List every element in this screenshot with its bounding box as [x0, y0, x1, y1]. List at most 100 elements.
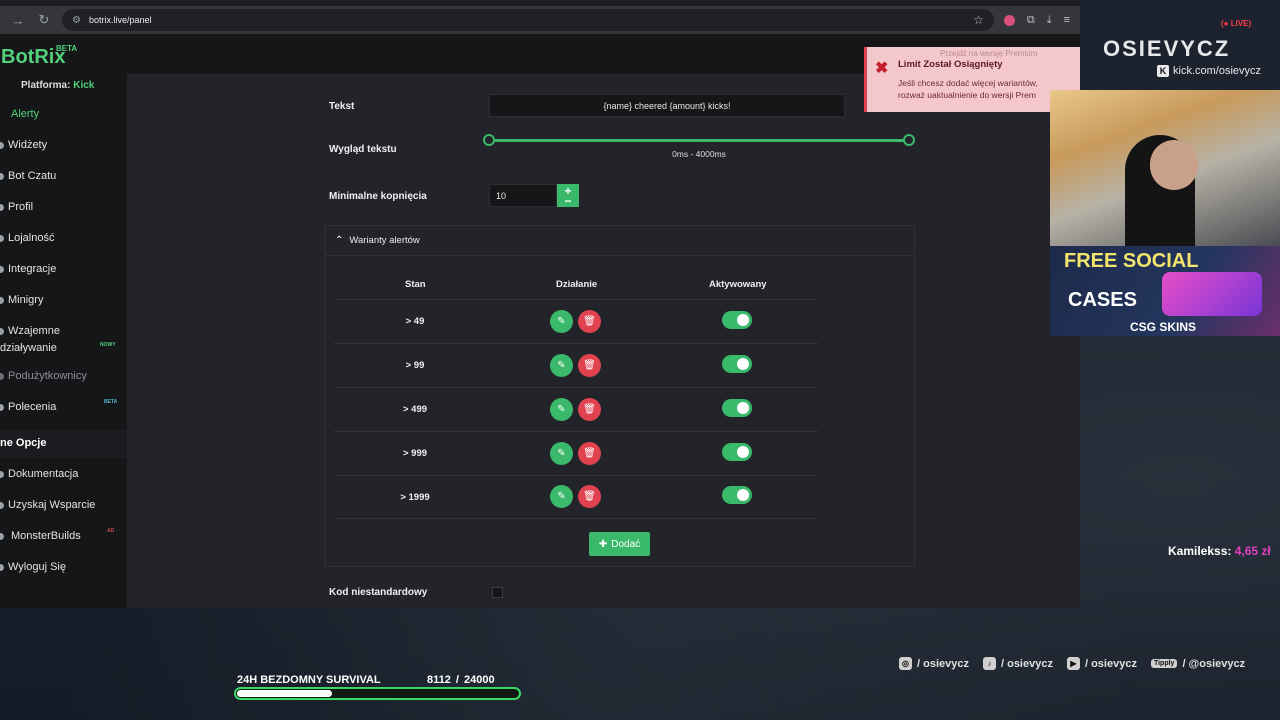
sidebar-item-label: Uzyskaj Wsparcie: [8, 499, 96, 511]
sidebar-item-loyalty[interactable]: Lojalność: [0, 227, 127, 249]
kick-channel: K kick.com/osievycz: [1157, 65, 1261, 77]
sidebar-item-label: Dokumentacja: [8, 468, 79, 480]
min-kicks-input[interactable]: 10: [489, 184, 557, 207]
slider-start-handle[interactable]: [483, 134, 495, 146]
browser-toolbar: → ↻ ⚙ botrix.live/panel ☆ ⧉ ⤓ ≡: [0, 6, 1080, 34]
goal-progress-bar: [234, 687, 521, 700]
forward-icon[interactable]: →: [10, 13, 26, 28]
row-divider: [334, 299, 818, 300]
bullet-icon: [0, 234, 4, 242]
media-icon[interactable]: ≡: [1064, 14, 1070, 26]
sidebar-item-profile[interactable]: Profil: [0, 196, 127, 218]
youtube-icon: ▶: [1066, 657, 1080, 670]
delete-button[interactable]: 🗑: [578, 485, 601, 508]
sidebar-item-label: Bot Czatu: [8, 170, 57, 182]
sidebar-item-label: Polecenia: [8, 401, 57, 413]
col-header-active: Aktywowany: [709, 279, 767, 290]
pencil-icon: ✎: [557, 316, 566, 327]
active-toggle[interactable]: [722, 311, 752, 329]
sidebar-item-support[interactable]: Uzyskaj Wsparcie: [0, 494, 127, 516]
logo-beta-badge: BETA: [56, 44, 78, 53]
custom-code-label: Kod niestandardowy: [329, 587, 428, 598]
bullet-icon: [0, 372, 4, 380]
bookmark-star-icon[interactable]: ☆: [973, 13, 984, 27]
variant-stan: > 1999: [400, 492, 430, 503]
sidebar-item-label: Lojalność: [8, 232, 55, 244]
bullet-icon: [0, 532, 4, 540]
sidebar-item-alerts[interactable]: Alerty: [0, 103, 127, 125]
instagram-icon: ◎: [899, 657, 912, 670]
sidebar-item-label: Profil: [8, 201, 34, 213]
appearance-range-text: 0ms - 4000ms: [672, 149, 726, 159]
promo-subheadline: CASES: [1068, 289, 1137, 311]
pencil-icon: ✎: [557, 404, 566, 415]
sidebar-item-interactions-cont[interactable]: działywanie: [0, 337, 127, 359]
trash-icon: 🗑: [583, 491, 596, 502]
variants-header[interactable]: ⌃ Warianty alertów: [325, 226, 914, 256]
trash-icon: 🗑: [583, 316, 596, 327]
pencil-icon: ✎: [557, 448, 566, 459]
row-divider: [334, 518, 818, 519]
sidebar-item-logout[interactable]: Wyloguj Się: [0, 556, 127, 578]
chevron-up-icon: ⌃: [335, 235, 344, 246]
sidebar-item-label: Widżety: [8, 139, 48, 151]
sidebar-item-chatbot[interactable]: Bot Czatu: [0, 165, 127, 187]
reload-icon[interactable]: ↻: [36, 12, 52, 28]
promo-brand: CSG SKINS: [1130, 320, 1197, 334]
edit-button[interactable]: ✎: [550, 442, 573, 465]
active-toggle[interactable]: [722, 355, 752, 373]
add-variant-button[interactable]: ✚ Dodać: [589, 532, 650, 556]
slider-end-handle[interactable]: [903, 134, 915, 146]
edit-button[interactable]: ✎: [550, 354, 573, 377]
min-kicks-label: Minimalne kopnięcia: [329, 191, 427, 202]
site-info-icon[interactable]: ⚙: [72, 15, 81, 26]
bullet-icon: [0, 172, 4, 180]
social-handle: / osievycz: [1084, 657, 1137, 670]
delete-button[interactable]: 🗑: [578, 310, 601, 333]
sidebar-item-integrations[interactable]: Integracje: [0, 258, 127, 280]
active-toggle[interactable]: [722, 486, 752, 504]
delete-button[interactable]: 🗑: [578, 398, 601, 421]
webcam-feed: [1050, 90, 1280, 246]
download-icon[interactable]: ⤓: [1047, 14, 1052, 27]
extension-icon[interactable]: [1003, 14, 1015, 26]
puzzle-icon[interactable]: ⧉: [1027, 14, 1035, 27]
delete-button[interactable]: 🗑: [578, 442, 601, 465]
sidebar-item-docs[interactable]: Dokumentacja: [0, 463, 127, 485]
delete-button[interactable]: 🗑: [578, 354, 601, 377]
platform-label: Platforma:: [21, 80, 71, 91]
active-toggle[interactable]: [722, 443, 752, 461]
variants-title: Warianty alertów: [349, 235, 420, 246]
edit-button[interactable]: ✎: [550, 310, 573, 333]
promo-headline: FREE SOCIAL: [1064, 250, 1199, 272]
social-handle: / @osievycz: [1182, 657, 1246, 670]
row-divider: [334, 343, 818, 344]
platform-value: Kick: [73, 80, 95, 91]
alert-text-input[interactable]: {name} cheered {amount} kicks!: [489, 94, 845, 117]
trash-icon: 🗑: [583, 360, 596, 371]
live-text: LIVE: [1230, 19, 1249, 28]
social-instagram: ◎ / osievycz: [899, 657, 969, 670]
platform-indicator: Platforma: Kick: [21, 80, 94, 91]
edit-button[interactable]: ✎: [550, 398, 573, 421]
appearance-label: Wygląd tekstu: [329, 144, 397, 155]
edit-button[interactable]: ✎: [550, 485, 573, 508]
minus-icon[interactable]: −: [564, 195, 571, 207]
variant-stan: > 49: [405, 316, 425, 327]
new-badge: NOWY: [100, 342, 116, 348]
close-icon[interactable]: ✖: [875, 58, 888, 78]
sidebar-item-subusers[interactable]: Podużytkownicy: [0, 365, 127, 387]
toast-body-line: Jeśli chcesz dodać więcej wariantów,: [898, 78, 1038, 88]
add-variant-label: Dodać: [611, 538, 641, 550]
variants-panel: ⌃ Warianty alertów: [324, 225, 915, 567]
address-bar[interactable]: ⚙ botrix.live/panel ☆: [62, 9, 994, 31]
donation-amount: 4,65 zł: [1234, 544, 1271, 558]
sidebar-item-widgets[interactable]: Widżety: [0, 134, 127, 156]
sidebar-item-minigames[interactable]: Minigry: [0, 289, 127, 311]
pencil-icon: ✎: [557, 360, 566, 371]
active-toggle[interactable]: [722, 399, 752, 417]
social-youtube: ▶ / osievycz: [1066, 657, 1137, 670]
custom-code-checkbox[interactable]: [492, 587, 503, 598]
appearance-slider-track[interactable]: [489, 139, 909, 142]
donor-name: Kamilekss:: [1168, 544, 1232, 558]
